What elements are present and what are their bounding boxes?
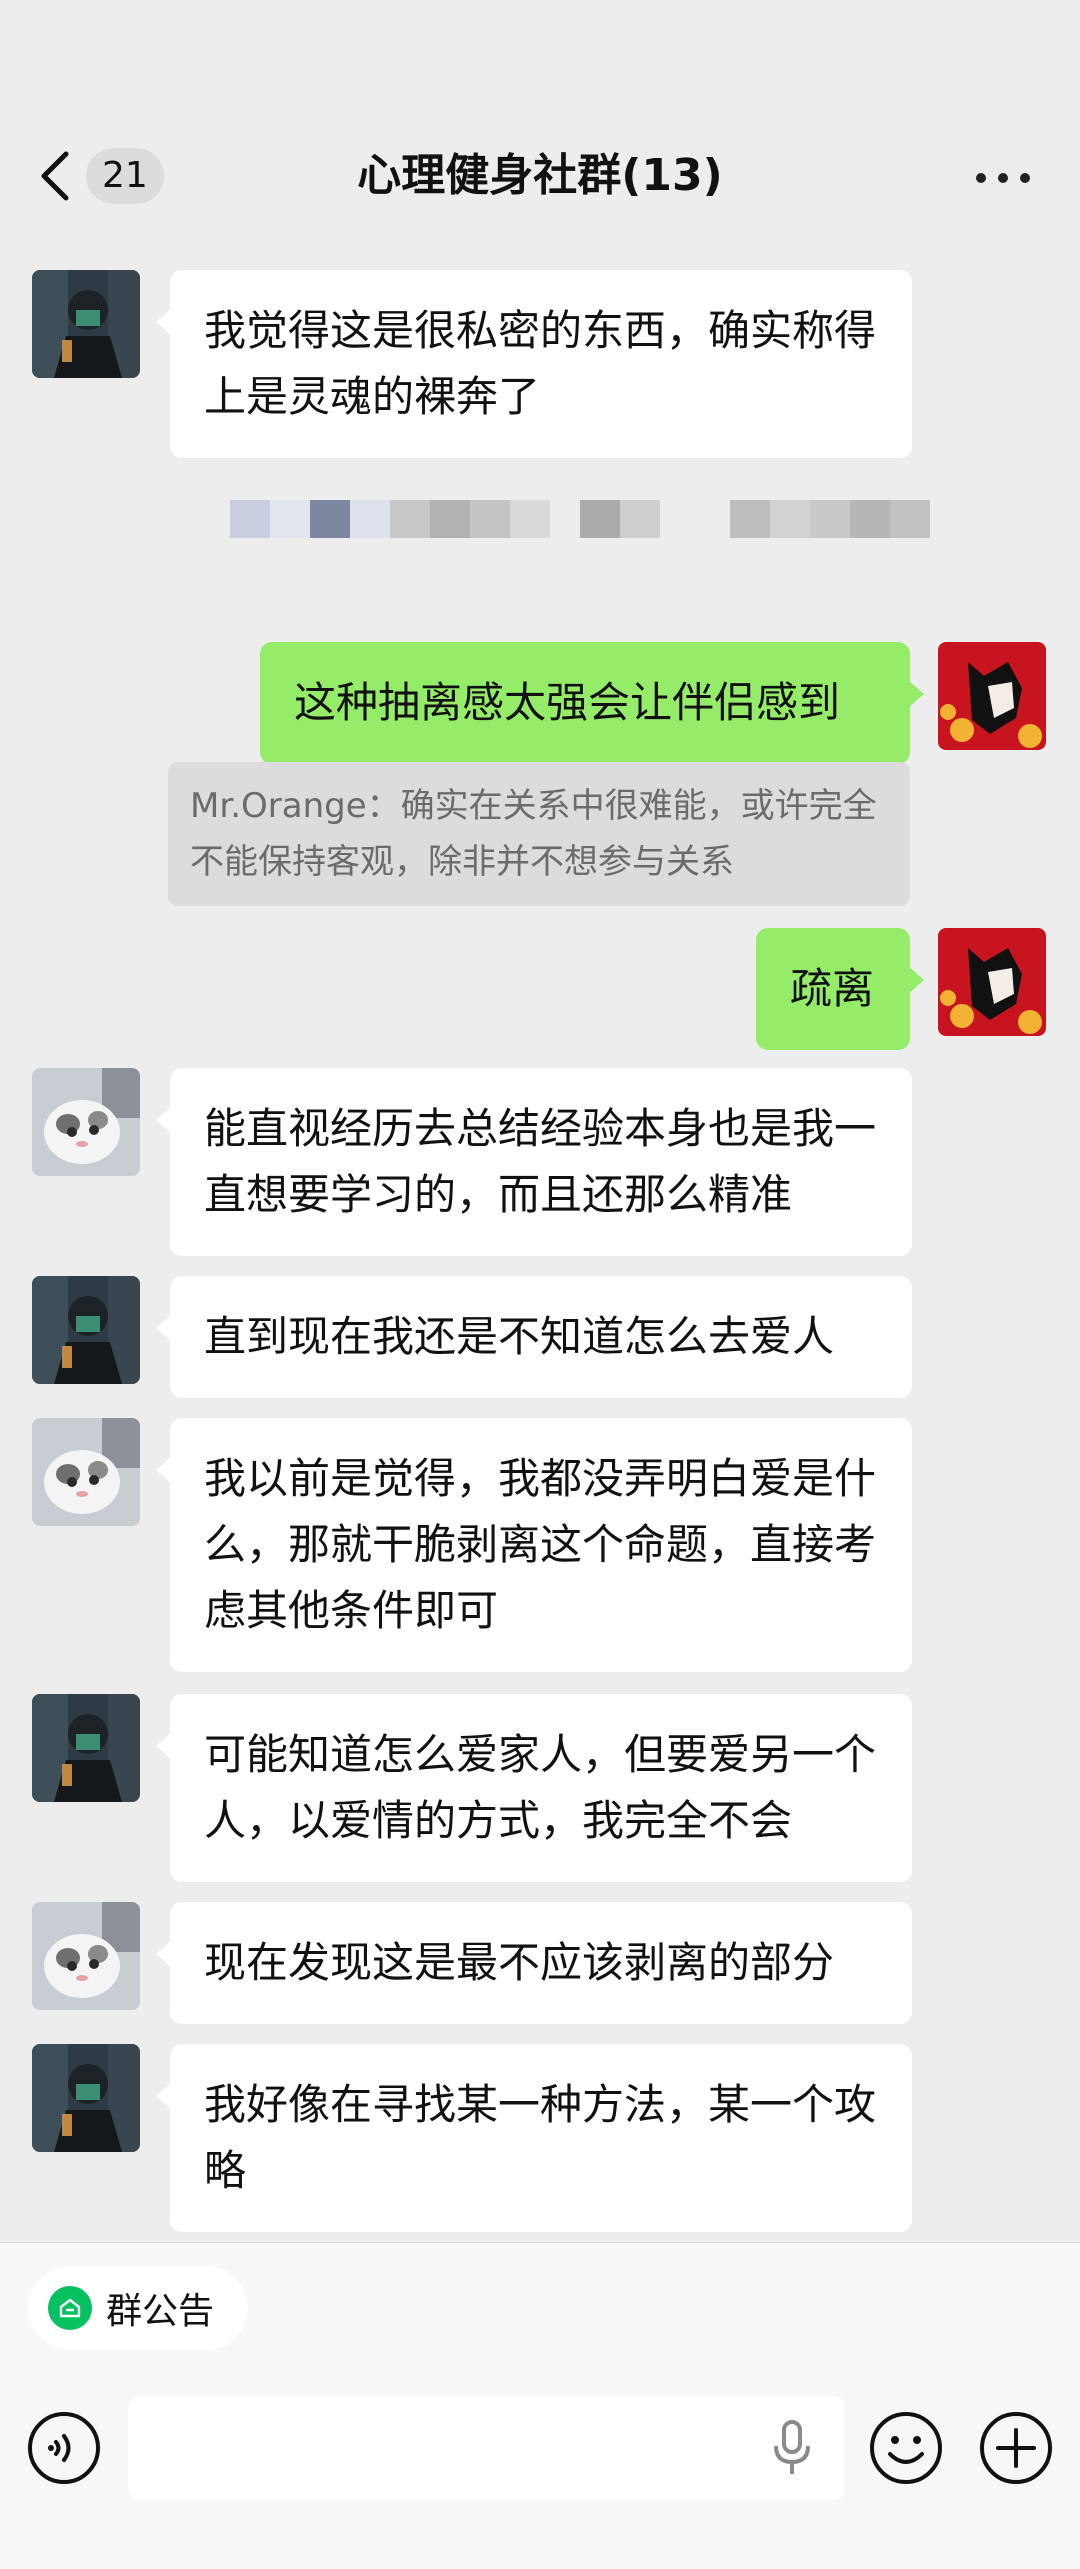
avatar-cat[interactable] bbox=[32, 1418, 140, 1526]
chat-title[interactable]: 心理健身社群(13) bbox=[200, 140, 880, 212]
avatar-dark-figure[interactable] bbox=[32, 1276, 140, 1384]
message-text: 我好像在寻找某一种方法，某一个攻略 bbox=[204, 2080, 877, 2195]
message-text: 疏离 bbox=[790, 964, 875, 1013]
announcement-icon bbox=[48, 2286, 92, 2330]
message-bubble-self[interactable]: 疏离 bbox=[756, 928, 924, 1050]
message-text: 直到现在我还是不知道怎么去爱人 bbox=[204, 1312, 835, 1361]
avatar-self-red[interactable] bbox=[938, 928, 1046, 1036]
message-text: 能直视经历去总结经验本身也是我一直想要学习的，而且还那么精准 bbox=[204, 1104, 877, 1219]
avatar-dark-figure[interactable] bbox=[32, 2044, 140, 2152]
avatar-self-red[interactable] bbox=[938, 642, 1046, 750]
emoji-icon[interactable] bbox=[868, 2410, 944, 2486]
message-text: 可能知道怎么爱家人，但要爱另一个人，以爱情的方式，我完全不会 bbox=[204, 1730, 877, 1845]
chat-header: 21 心理健身社群(13) bbox=[0, 0, 1080, 245]
avatar-dark-figure[interactable] bbox=[32, 1694, 140, 1802]
message-text: 我以前是觉得，我都没弄明白爱是什么，那就干脆剥离这个命题，直接考虑其他条件即可 bbox=[204, 1454, 877, 1635]
back-chevron-icon[interactable] bbox=[36, 148, 76, 204]
message-bubble[interactable]: 能直视经历去总结经验本身也是我一直想要学习的，而且还那么精准 bbox=[156, 1068, 912, 1256]
avatar-cat[interactable] bbox=[32, 1068, 140, 1176]
message-text: 现在发现这是最不应该剥离的部分 bbox=[204, 1938, 835, 1987]
message-bubble[interactable]: 我以前是觉得，我都没弄明白爱是什么，那就干脆剥离这个命题，直接考虑其他条件即可 bbox=[156, 1418, 912, 1672]
plus-icon[interactable] bbox=[978, 2410, 1054, 2486]
microphone-icon[interactable] bbox=[770, 2420, 814, 2476]
obscured-content bbox=[150, 500, 970, 540]
more-dots-icon[interactable] bbox=[976, 160, 1030, 196]
group-announcement-button[interactable]: 群公告 bbox=[28, 2266, 249, 2350]
voice-icon[interactable] bbox=[26, 2410, 102, 2486]
message-bubble[interactable]: 我好像在寻找某一种方法，某一个攻略 bbox=[156, 2044, 912, 2232]
message-text: 这种抽离感太强会让伴侣感到 bbox=[294, 678, 841, 727]
announcement-label: 群公告 bbox=[106, 2291, 215, 2332]
message-bubble[interactable]: 可能知道怎么爱家人，但要爱另一个人，以爱情的方式，我完全不会 bbox=[156, 1694, 912, 1882]
avatar-cat[interactable] bbox=[32, 1902, 140, 2010]
message-bubble[interactable]: 我觉得这是很私密的东西，确实称得上是灵魂的裸奔了 bbox=[156, 270, 912, 458]
quoted-text: Mr.Orange：确实在关系中很难能，或许完全不能保持客观，除非并不想参与关系 bbox=[190, 786, 877, 882]
message-bubble[interactable]: 直到现在我还是不知道怎么去爱人 bbox=[156, 1276, 912, 1398]
message-bubble-self[interactable]: 这种抽离感太强会让伴侣感到 bbox=[260, 642, 924, 764]
message-bubble[interactable]: 现在发现这是最不应该剥离的部分 bbox=[156, 1902, 912, 2024]
quoted-message[interactable]: Mr.Orange：确实在关系中很难能，或许完全不能保持客观，除非并不想参与关系 bbox=[168, 762, 910, 906]
avatar-dark-figure[interactable] bbox=[32, 270, 140, 378]
unread-count-badge[interactable]: 21 bbox=[86, 148, 164, 204]
message-text: 我觉得这是很私密的东西，确实称得上是灵魂的裸奔了 bbox=[204, 306, 877, 421]
message-input[interactable] bbox=[128, 2396, 844, 2500]
